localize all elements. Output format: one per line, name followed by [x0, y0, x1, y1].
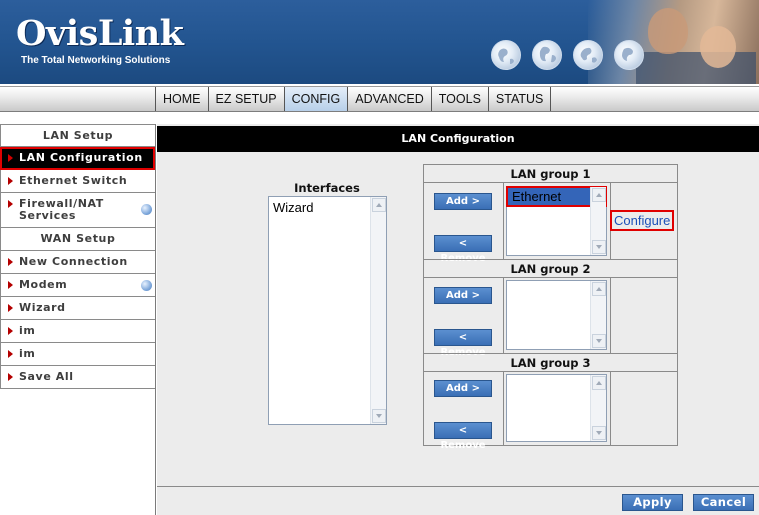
- add-to-group-2-button[interactable]: Add >: [434, 287, 492, 304]
- scrollbar[interactable]: [370, 197, 386, 424]
- arrow-right-icon: [8, 154, 13, 162]
- arrow-right-icon: [8, 177, 13, 185]
- scroll-up-icon[interactable]: [372, 198, 386, 212]
- arrow-right-icon: [8, 200, 13, 208]
- header-banner: OvisLink The Total Networking Solutions: [0, 0, 759, 84]
- nav-tab-ez-setup[interactable]: EZ SETUP: [207, 87, 284, 111]
- header-photo: [588, 0, 759, 84]
- scrollbar[interactable]: [590, 281, 606, 349]
- sidebar-item-im[interactable]: im: [0, 343, 155, 366]
- sidebar-item-label: Wizard: [19, 301, 66, 314]
- scroll-down-icon[interactable]: [592, 334, 606, 348]
- interfaces-label: Interfaces: [294, 181, 360, 195]
- sidebar-item-label: LAN Configuration: [19, 151, 143, 164]
- page-title: LAN Configuration: [157, 126, 759, 152]
- sidebar: LAN Setup LAN Configuration Ethernet Swi…: [0, 124, 156, 515]
- lan-group-1-listbox[interactable]: Ethernet: [506, 186, 607, 256]
- lan-group-2-title: LAN group 2: [424, 260, 677, 278]
- sidebar-item-firewall-nat-services[interactable]: Firewall/NAT Services: [0, 193, 155, 228]
- scroll-down-icon[interactable]: [372, 409, 386, 423]
- globe-icon: [614, 40, 644, 70]
- sidebar-item-label: Save All: [19, 370, 74, 383]
- arrow-right-icon: [8, 258, 13, 266]
- footer-action-bar: Apply Cancel: [157, 486, 759, 515]
- nav-tab-status[interactable]: STATUS: [487, 87, 552, 111]
- sidebar-item-label: Firewall/NAT Services: [19, 197, 104, 222]
- cancel-button[interactable]: Cancel: [693, 494, 754, 511]
- scroll-up-icon[interactable]: [592, 282, 606, 296]
- lan-groups-table: LAN group 1 Add > < Remove Ethernet LAN …: [423, 164, 678, 451]
- configure-link[interactable]: Configure: [610, 210, 675, 231]
- brand-tagline: The Total Networking Solutions: [21, 55, 171, 66]
- remove-from-group-3-button[interactable]: < Remove: [434, 422, 492, 451]
- sidebar-item-im[interactable]: im: [0, 320, 155, 343]
- globe-icon: [491, 40, 521, 70]
- expand-bubble-icon[interactable]: [141, 280, 152, 291]
- nav-tab-advanced[interactable]: ADVANCED: [347, 87, 431, 111]
- sidebar-item-lan-configuration[interactable]: LAN Configuration: [0, 147, 155, 170]
- lan-group-3-title: LAN group 3: [424, 354, 677, 372]
- arrow-right-icon: [8, 327, 13, 335]
- scroll-up-icon[interactable]: [592, 188, 606, 202]
- nav-tab-tools[interactable]: TOOLS: [430, 87, 488, 111]
- sidebar-item-wizard[interactable]: Wizard: [0, 297, 155, 320]
- scroll-up-icon[interactable]: [592, 376, 606, 390]
- sidebar-item-label: Modem: [19, 278, 68, 291]
- nav-tab-home[interactable]: HOME: [155, 87, 208, 111]
- apply-button[interactable]: Apply: [622, 494, 683, 511]
- scroll-down-icon[interactable]: [592, 426, 606, 440]
- remove-from-group-2-button[interactable]: < Remove: [434, 329, 492, 358]
- globe-icon: [532, 40, 562, 70]
- add-to-group-1-button[interactable]: Add >: [434, 193, 492, 210]
- lan-group-2-listbox[interactable]: [506, 280, 607, 350]
- sidebar-header-wan-setup: WAN Setup: [0, 228, 155, 251]
- top-nav-tabs: HOME EZ SETUP CONFIG ADVANCED TOOLS STAT…: [155, 87, 552, 111]
- remove-from-group-1-button[interactable]: < Remove: [434, 235, 492, 264]
- sidebar-item-ethernet-switch[interactable]: Ethernet Switch: [0, 170, 155, 193]
- sidebar-item-label: im: [19, 347, 36, 360]
- list-item[interactable]: Wizard: [269, 197, 386, 218]
- brand-logo: OvisLink: [16, 13, 184, 54]
- expand-bubble-icon[interactable]: [141, 204, 152, 215]
- scrollbar[interactable]: [590, 375, 606, 441]
- globe-icon: [573, 40, 603, 70]
- arrow-right-icon: [8, 373, 13, 381]
- add-to-group-3-button[interactable]: Add >: [434, 380, 492, 397]
- sidebar-item-new-connection[interactable]: New Connection: [0, 251, 155, 274]
- interfaces-listbox[interactable]: Wizard: [268, 196, 387, 425]
- sidebar-item-label: Ethernet Switch: [19, 174, 128, 187]
- arrow-right-icon: [8, 281, 13, 289]
- sidebar-item-modem[interactable]: Modem: [0, 274, 155, 297]
- sidebar-header-lan-setup: LAN Setup: [0, 124, 155, 147]
- main-panel: LAN Configuration Interfaces Wizard LAN …: [157, 124, 759, 515]
- lan-group-1-title: LAN group 1: [424, 165, 677, 183]
- arrow-right-icon: [8, 350, 13, 358]
- sidebar-item-save-all[interactable]: Save All: [0, 366, 155, 389]
- scroll-down-icon[interactable]: [592, 240, 606, 254]
- scrollbar[interactable]: [590, 187, 606, 255]
- sidebar-item-label: New Connection: [19, 255, 128, 268]
- nav-tab-config[interactable]: CONFIG: [283, 87, 348, 111]
- sidebar-item-label: im: [19, 324, 36, 337]
- top-nav-bar: HOME EZ SETUP CONFIG ADVANCED TOOLS STAT…: [0, 86, 759, 112]
- arrow-right-icon: [8, 304, 13, 312]
- lan-group-3-listbox[interactable]: [506, 374, 607, 442]
